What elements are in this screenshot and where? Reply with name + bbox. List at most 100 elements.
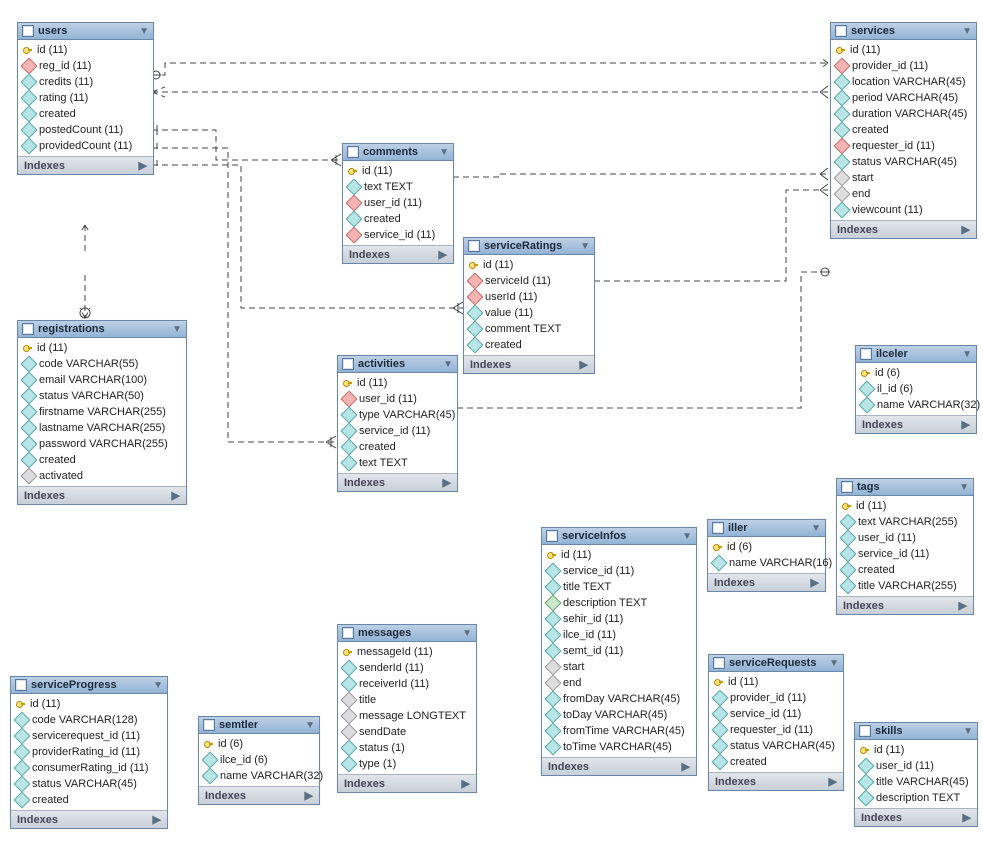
expand-icon[interactable]: ▶ [580, 358, 588, 371]
column-row[interactable]: id (11) [831, 42, 976, 58]
expand-icon[interactable]: ▶ [829, 775, 837, 788]
column-row[interactable]: location VARCHAR(45) [831, 74, 976, 90]
column-row[interactable]: end [542, 675, 696, 691]
indexes-section[interactable]: Indexes▶ [831, 220, 976, 238]
collapse-icon[interactable]: ▼ [139, 26, 149, 37]
collapse-icon[interactable]: ▼ [963, 726, 973, 737]
column-row[interactable]: created [831, 122, 976, 138]
column-row[interactable]: text VARCHAR(255) [837, 514, 973, 530]
column-row[interactable]: description TEXT [542, 595, 696, 611]
collapse-icon[interactable]: ▼ [580, 241, 590, 252]
column-row[interactable]: id (11) [338, 375, 457, 391]
column-row[interactable]: title VARCHAR(255) [837, 578, 973, 594]
expand-icon[interactable]: ▶ [811, 576, 819, 589]
column-row[interactable]: created [338, 439, 457, 455]
expand-icon[interactable]: ▶ [682, 760, 690, 773]
column-row[interactable]: id (6) [856, 365, 976, 381]
column-row[interactable]: fromTime VARCHAR(45) [542, 723, 696, 739]
column-row[interactable]: period VARCHAR(45) [831, 90, 976, 106]
column-row[interactable]: title VARCHAR(45) [855, 774, 977, 790]
expand-icon[interactable]: ▶ [962, 418, 970, 431]
column-row[interactable]: start [831, 170, 976, 186]
column-row[interactable]: id (11) [837, 498, 973, 514]
indexes-section[interactable]: Indexes▶ [11, 810, 167, 828]
column-row[interactable]: created [18, 106, 153, 122]
collapse-icon[interactable]: ▼ [962, 26, 972, 37]
table-serviceInfos[interactable]: serviceInfos▼id (11)service_id (11)title… [541, 527, 697, 776]
column-row[interactable]: sehir_id (11) [542, 611, 696, 627]
collapse-icon[interactable]: ▼ [172, 324, 182, 335]
column-row[interactable]: sendDate [338, 724, 476, 740]
column-row[interactable]: status (1) [338, 740, 476, 756]
column-row[interactable]: end [831, 186, 976, 202]
indexes-section[interactable]: Indexes▶ [856, 415, 976, 433]
expand-icon[interactable]: ▶ [305, 789, 313, 802]
indexes-section[interactable]: Indexes▶ [709, 772, 843, 790]
column-row[interactable]: id (6) [708, 539, 825, 555]
column-row[interactable]: id (6) [199, 736, 319, 752]
collapse-icon[interactable]: ▼ [462, 628, 472, 639]
expand-icon[interactable]: ▶ [963, 811, 971, 824]
column-row[interactable]: viewcount (11) [831, 202, 976, 218]
table-header[interactable]: iller▼ [708, 520, 825, 537]
column-row[interactable]: toTime VARCHAR(45) [542, 739, 696, 755]
column-row[interactable]: code VARCHAR(128) [11, 712, 167, 728]
indexes-section[interactable]: Indexes▶ [199, 786, 319, 804]
column-row[interactable]: provider_id (11) [709, 690, 843, 706]
column-row[interactable]: il_id (6) [856, 381, 976, 397]
column-row[interactable]: code VARCHAR(55) [18, 356, 186, 372]
column-row[interactable]: status VARCHAR(45) [11, 776, 167, 792]
column-row[interactable]: service_id (11) [343, 227, 453, 243]
column-row[interactable]: created [343, 211, 453, 227]
table-serviceRatings[interactable]: serviceRatings▼id (11)serviceId (11)user… [463, 237, 595, 374]
column-row[interactable]: service_id (11) [338, 423, 457, 439]
table-header[interactable]: registrations▼ [18, 321, 186, 338]
expand-icon[interactable]: ▶ [153, 813, 161, 826]
column-row[interactable]: status VARCHAR(45) [709, 738, 843, 754]
column-row[interactable]: id (11) [542, 547, 696, 563]
table-ilceler[interactable]: ilceler▼id (6)il_id (6)name VARCHAR(32)I… [855, 345, 977, 434]
column-row[interactable]: message LONGTEXT [338, 708, 476, 724]
column-row[interactable]: servicerequest_id (11) [11, 728, 167, 744]
indexes-section[interactable]: Indexes▶ [343, 245, 453, 263]
table-iller[interactable]: iller▼ id (6)name VARCHAR(16) Indexes▶ [707, 519, 826, 592]
column-row[interactable]: comment TEXT [464, 321, 594, 337]
column-row[interactable]: created [837, 562, 973, 578]
column-row[interactable]: lastname VARCHAR(255) [18, 420, 186, 436]
column-row[interactable]: firstname VARCHAR(255) [18, 404, 186, 420]
indexes-section[interactable]: Indexes▶ [18, 486, 186, 504]
indexes-section[interactable]: Indexes▶ [708, 573, 825, 591]
indexes-section[interactable]: Indexes▶ [464, 355, 594, 373]
table-header[interactable]: semtler▼ [199, 717, 319, 734]
collapse-icon[interactable]: ▼ [305, 720, 315, 731]
expand-icon[interactable]: ▶ [439, 248, 447, 261]
collapse-icon[interactable]: ▼ [811, 523, 821, 534]
collapse-icon[interactable]: ▼ [439, 147, 449, 158]
indexes-section[interactable]: Indexes▶ [542, 757, 696, 775]
column-row[interactable]: id (11) [709, 674, 843, 690]
column-row[interactable]: title [338, 692, 476, 708]
table-header[interactable]: users▼ [18, 23, 153, 40]
collapse-icon[interactable]: ▼ [443, 359, 453, 370]
column-row[interactable]: provider_id (11) [831, 58, 976, 74]
column-row[interactable]: requester_id (11) [709, 722, 843, 738]
column-row[interactable]: user_id (11) [837, 530, 973, 546]
table-users[interactable]: users▼id (11)reg_id (11)credits (11)rati… [17, 22, 154, 175]
column-row[interactable]: status VARCHAR(45) [831, 154, 976, 170]
collapse-icon[interactable]: ▼ [682, 531, 692, 542]
table-header[interactable]: comments▼ [343, 144, 453, 161]
column-row[interactable]: value (11) [464, 305, 594, 321]
column-row[interactable]: name VARCHAR(16) [708, 555, 825, 571]
collapse-icon[interactable]: ▼ [153, 680, 163, 691]
table-header[interactable]: serviceInfos▼ [542, 528, 696, 545]
column-row[interactable]: id (11) [464, 257, 594, 273]
column-row[interactable]: id (11) [855, 742, 977, 758]
column-row[interactable]: id (11) [18, 42, 153, 58]
column-row[interactable]: fromDay VARCHAR(45) [542, 691, 696, 707]
expand-icon[interactable]: ▶ [172, 489, 180, 502]
column-row[interactable]: rating (11) [18, 90, 153, 106]
collapse-icon[interactable]: ▼ [962, 349, 972, 360]
column-row[interactable]: reg_id (11) [18, 58, 153, 74]
column-row[interactable]: requester_id (11) [831, 138, 976, 154]
column-row[interactable]: id (11) [11, 696, 167, 712]
